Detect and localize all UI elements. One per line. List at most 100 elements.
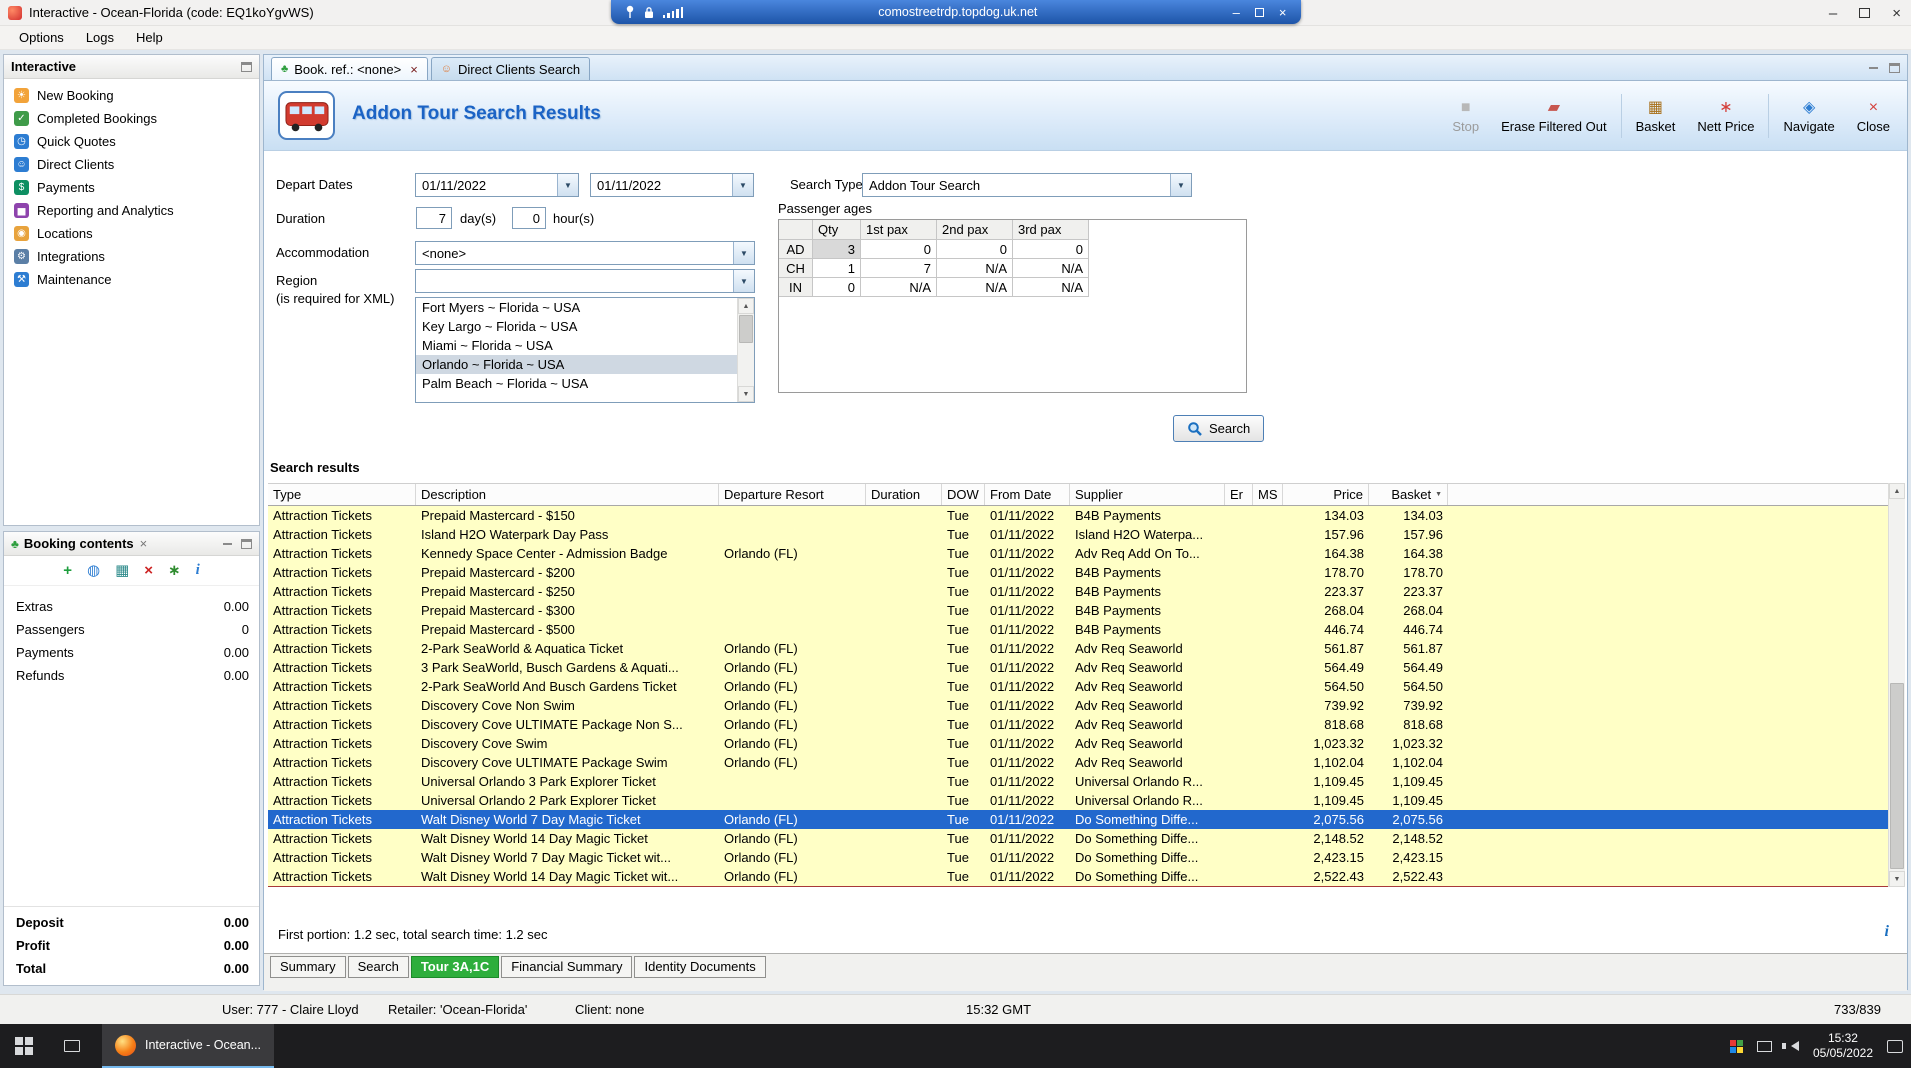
pax-cell[interactable]: N/A <box>861 278 937 297</box>
search-type-select[interactable]: Addon Tour Search ▼ <box>862 173 1192 197</box>
results-column-header[interactable]: Type <box>268 484 416 505</box>
delete-icon[interactable]: × <box>144 563 153 578</box>
scroll-down-icon[interactable]: ▼ <box>1889 871 1905 887</box>
notification-icon[interactable] <box>1887 1039 1903 1053</box>
region-scrollbar[interactable]: ▲ ▼ <box>737 298 754 402</box>
results-row[interactable]: Attraction Tickets Prepaid Mastercard - $… <box>268 506 1888 525</box>
dropdown-arrow-icon[interactable]: ▼ <box>733 242 754 264</box>
panel-restore-icon[interactable] <box>241 538 252 549</box>
pax-cell[interactable]: 0 <box>937 240 1013 259</box>
doc-tab-direct-clients-search[interactable]: ☺ Direct Clients Search <box>430 57 591 80</box>
bottom-tab-financial-summary[interactable]: Financial Summary <box>501 956 633 978</box>
pax-cell[interactable]: 0 <box>861 240 937 259</box>
erase-filtered-out-button[interactable]: ▰ Erase Filtered Out <box>1490 99 1618 134</box>
scroll-up-icon[interactable]: ▲ <box>1889 483 1905 499</box>
volume-icon[interactable] <box>1781 1041 1799 1051</box>
pax-cell[interactable]: 0 <box>813 278 861 297</box>
results-row[interactable]: Attraction Tickets 2-Park SeaWorld And Bu… <box>268 677 1888 696</box>
basket-button[interactable]: ▦ Basket <box>1625 99 1687 134</box>
tray-grid-icon[interactable] <box>1729 1039 1743 1053</box>
results-column-header[interactable]: Description <box>416 484 719 505</box>
results-row[interactable]: Attraction Tickets Discovery Cove ULTIMAT… <box>268 753 1888 772</box>
add-icon[interactable]: + <box>63 563 72 578</box>
results-row[interactable]: Attraction Tickets Discovery Cove Non Swi… <box>268 696 1888 715</box>
info-icon[interactable]: i <box>1885 923 1889 941</box>
grid-add-icon[interactable]: ▦ <box>115 563 129 578</box>
menu-item-options[interactable]: Options <box>8 28 75 47</box>
results-column-header[interactable]: From Date <box>985 484 1070 505</box>
results-row[interactable]: Attraction Tickets 2-Park SeaWorld & Aqua… <box>268 639 1888 658</box>
dropdown-arrow-icon[interactable]: ▼ <box>557 174 578 196</box>
pax-row-header[interactable]: CH <box>779 259 813 278</box>
menu-item-logs[interactable]: Logs <box>75 28 125 47</box>
pax-cell[interactable]: N/A <box>937 259 1013 278</box>
tab-close-icon[interactable]: × <box>410 62 418 77</box>
scroll-up-icon[interactable]: ▲ <box>738 298 754 314</box>
duration-days-input[interactable]: 7 <box>416 207 452 229</box>
sidebar-item-direct-clients[interactable]: ☺ Direct Clients <box>4 153 259 176</box>
navigate-button[interactable]: ◈ Navigate <box>1772 99 1845 134</box>
results-column-header[interactable]: Departure Resort <box>719 484 866 505</box>
dropdown-arrow-icon[interactable]: ▼ <box>1170 174 1191 196</box>
pax-cell[interactable]: 1 <box>813 259 861 278</box>
results-column-header[interactable]: Supplier <box>1070 484 1225 505</box>
results-column-header[interactable]: Basket ▼ <box>1369 484 1448 505</box>
sidebar-item-locations[interactable]: ◉ Locations <box>4 222 259 245</box>
window-minimize-button[interactable]: – <box>1829 6 1837 21</box>
panel-close-icon[interactable]: × <box>140 536 148 551</box>
results-row[interactable]: Attraction Tickets Walt Disney World 7 Da… <box>268 810 1888 829</box>
bottom-tab-identity-documents[interactable]: Identity Documents <box>634 956 766 978</box>
pax-cell[interactable]: 3 <box>813 240 861 259</box>
results-row[interactable]: Attraction Tickets Prepaid Mastercard - $… <box>268 563 1888 582</box>
duration-hours-input[interactable]: 0 <box>512 207 546 229</box>
results-column-header[interactable]: Er <box>1225 484 1253 505</box>
close-button[interactable]: × Close <box>1846 99 1901 134</box>
accommodation-select[interactable]: <none> ▼ <box>415 241 755 265</box>
pax-cell[interactable]: 7 <box>861 259 937 278</box>
window-maximize-button[interactable] <box>1859 8 1871 18</box>
passenger-ages-grid[interactable]: Qty 1st pax 2nd pax 3rd pax AD 3 0 0 0 CH 1 7 N/A N/… <box>778 219 1247 393</box>
pax-cell[interactable]: N/A <box>1013 278 1089 297</box>
region-option[interactable]: Orlando ~ Florida ~ USA <box>416 355 737 374</box>
depart-date-start-select[interactable]: 01/11/2022 ▼ <box>415 173 579 197</box>
results-column-header[interactable]: Price <box>1283 484 1369 505</box>
results-row[interactable]: Attraction Tickets Walt Disney World 14 D… <box>268 867 1888 886</box>
dropdown-arrow-icon[interactable]: ▼ <box>733 270 754 292</box>
task-view-button[interactable] <box>48 1024 96 1068</box>
rdp-close-button[interactable]: × <box>1279 6 1287 19</box>
pane-restore-icon[interactable] <box>1889 63 1900 73</box>
sidebar-item-new-booking[interactable]: ☀ New Booking <box>4 84 259 107</box>
bottom-tab-summary[interactable]: Summary <box>270 956 346 978</box>
sidebar-item-completed-bookings[interactable]: ✓ Completed Bookings <box>4 107 259 130</box>
rdp-restore-button[interactable] <box>1254 7 1264 17</box>
globe-icon[interactable]: ◍ <box>87 563 100 578</box>
info-icon[interactable]: i <box>196 563 200 578</box>
dropdown-arrow-icon[interactable]: ▼ <box>732 174 753 196</box>
pax-row-header[interactable]: IN <box>779 278 813 297</box>
pax-cell[interactable]: N/A <box>1013 259 1089 278</box>
network-icon[interactable] <box>1756 1040 1772 1052</box>
palm-icon[interactable]: ∗ <box>168 563 181 578</box>
start-button[interactable] <box>0 1024 48 1068</box>
pax-cell[interactable]: 0 <box>1013 240 1089 259</box>
results-row[interactable]: Attraction Tickets Walt Disney World 14 D… <box>268 829 1888 848</box>
sidebar-item-quick-quotes[interactable]: ◷ Quick Quotes <box>4 130 259 153</box>
results-column-header[interactable]: DOW <box>942 484 985 505</box>
pax-cell[interactable]: N/A <box>937 278 1013 297</box>
results-row[interactable]: Attraction Tickets Prepaid Mastercard - $… <box>268 582 1888 601</box>
results-row[interactable]: Attraction Tickets Universal Orlando 2 Pa… <box>268 791 1888 810</box>
results-row[interactable]: Attraction Tickets Prepaid Mastercard - $… <box>268 620 1888 639</box>
region-option[interactable]: Miami ~ Florida ~ USA <box>416 336 737 355</box>
bottom-tab-search[interactable]: Search <box>347 956 409 978</box>
results-column-header[interactable]: Duration <box>866 484 942 505</box>
results-column-header[interactable]: MS <box>1253 484 1283 505</box>
scroll-thumb[interactable] <box>1890 683 1904 869</box>
region-option[interactable]: Fort Myers ~ Florida ~ USA <box>416 298 737 317</box>
results-row[interactable]: Attraction Tickets Kennedy Space Center -… <box>268 544 1888 563</box>
menu-item-help[interactable]: Help <box>125 28 174 47</box>
results-row[interactable]: Attraction Tickets Island H2O Waterpark D… <box>268 525 1888 544</box>
region-option[interactable]: Key Largo ~ Florida ~ USA <box>416 317 737 336</box>
window-close-button[interactable]: × <box>1892 6 1901 21</box>
results-row[interactable]: Attraction Tickets Prepaid Mastercard - $… <box>268 601 1888 620</box>
sort-filter-icon[interactable]: ▼ <box>1435 491 1442 498</box>
